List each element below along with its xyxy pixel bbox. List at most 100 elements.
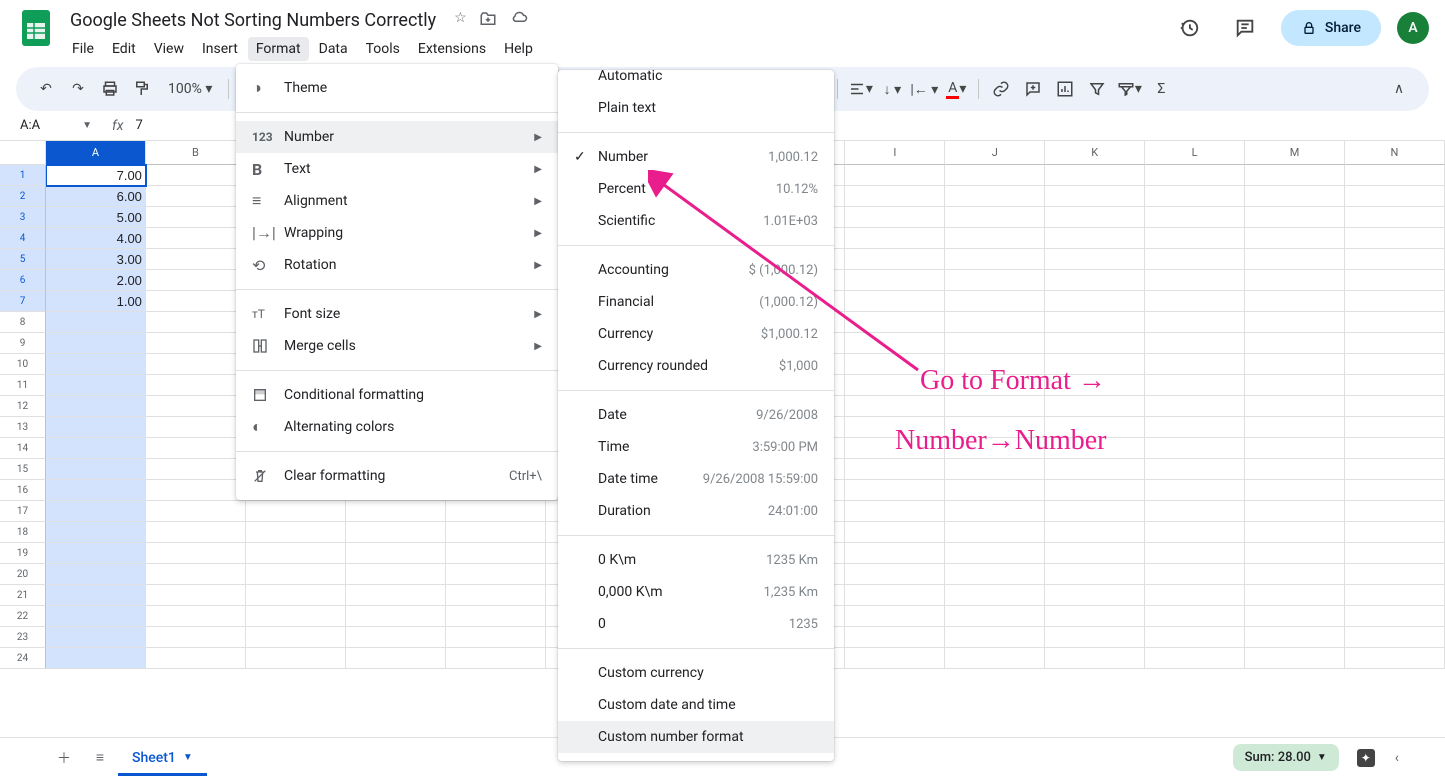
menu-font-size[interactable]: тТFont size▶ — [236, 298, 558, 330]
cell[interactable] — [845, 228, 945, 249]
row-header[interactable]: 16 — [0, 480, 46, 501]
cell[interactable] — [845, 291, 945, 312]
cell[interactable] — [1145, 648, 1245, 669]
all-sheets-button[interactable]: ≡ — [82, 740, 118, 776]
menu-tools[interactable]: Tools — [358, 37, 408, 61]
number-format-option[interactable]: Custom date and time — [558, 689, 834, 721]
cell[interactable] — [146, 564, 246, 585]
cell[interactable] — [1245, 186, 1345, 207]
cell[interactable] — [1345, 564, 1445, 585]
number-format-option[interactable]: 0,000 K\m1,235 Km — [558, 576, 834, 608]
cell[interactable] — [1245, 207, 1345, 228]
history-icon[interactable] — [1169, 8, 1209, 48]
cell[interactable] — [146, 585, 246, 606]
print-button[interactable] — [96, 75, 124, 103]
menu-wrapping[interactable]: |→|Wrapping▶ — [236, 217, 558, 249]
textwrap-button[interactable]: |← ▾ — [910, 75, 938, 103]
cell[interactable] — [146, 522, 246, 543]
cell[interactable] — [845, 585, 945, 606]
cell[interactable] — [945, 501, 1045, 522]
cell[interactable] — [845, 480, 945, 501]
number-format-option[interactable]: 0 K\m1235 Km — [558, 544, 834, 576]
col-header[interactable]: N — [1345, 141, 1445, 165]
cell[interactable] — [1345, 480, 1445, 501]
menu-data[interactable]: Data — [311, 37, 356, 61]
explore-button[interactable]: ✦ — [1357, 749, 1375, 767]
cell[interactable] — [1245, 543, 1345, 564]
cell[interactable] — [1345, 522, 1445, 543]
cell[interactable] — [46, 396, 146, 417]
cell[interactable] — [246, 564, 346, 585]
cell[interactable] — [1245, 564, 1345, 585]
cell[interactable] — [1045, 375, 1145, 396]
cell[interactable] — [1045, 207, 1145, 228]
cell[interactable] — [146, 291, 246, 312]
cell[interactable] — [1245, 522, 1345, 543]
cell[interactable] — [1245, 585, 1345, 606]
cell[interactable] — [945, 480, 1045, 501]
cell[interactable]: 7.00 — [46, 165, 146, 186]
cell[interactable] — [845, 522, 945, 543]
cell[interactable] — [845, 648, 945, 669]
menu-clear-formatting[interactable]: Clear formattingCtrl+\ — [236, 460, 558, 492]
row-header[interactable]: 12 — [0, 396, 46, 417]
cell[interactable] — [845, 186, 945, 207]
cell[interactable] — [945, 207, 1045, 228]
cell[interactable] — [146, 501, 246, 522]
number-format-option[interactable]: Financial(1,000.12) — [558, 286, 834, 318]
name-box[interactable]: A:A▼ — [16, 116, 96, 135]
cell[interactable] — [845, 606, 945, 627]
cell[interactable] — [845, 270, 945, 291]
cell[interactable] — [1245, 648, 1345, 669]
cell[interactable] — [1045, 648, 1145, 669]
cell[interactable] — [146, 480, 246, 501]
cell[interactable] — [146, 354, 246, 375]
row-header[interactable]: 3 — [0, 207, 46, 228]
cell[interactable] — [1045, 522, 1145, 543]
cell[interactable] — [1345, 207, 1445, 228]
add-sheet-button[interactable]: ＋ — [46, 740, 82, 776]
cell[interactable] — [1045, 459, 1145, 480]
menu-edit[interactable]: Edit — [104, 37, 144, 61]
cell[interactable] — [1145, 585, 1245, 606]
cell[interactable] — [146, 333, 246, 354]
cell[interactable] — [845, 207, 945, 228]
link-button[interactable] — [987, 75, 1015, 103]
cell[interactable] — [1045, 501, 1145, 522]
filter-views-button[interactable]: ▾ — [1115, 75, 1143, 103]
valign-button[interactable]: ↓ ▾ — [878, 75, 906, 103]
sheet-tab[interactable]: Sheet1 ▼ — [118, 740, 207, 776]
menu-view[interactable]: View — [146, 37, 192, 61]
row-header[interactable]: 17 — [0, 501, 46, 522]
cell[interactable] — [246, 648, 346, 669]
cell[interactable] — [1145, 438, 1245, 459]
cell[interactable]: 6.00 — [46, 186, 146, 207]
row-header[interactable]: 20 — [0, 564, 46, 585]
cell[interactable] — [945, 228, 1045, 249]
halign-button[interactable]: ▾ — [846, 75, 874, 103]
cell[interactable] — [1345, 312, 1445, 333]
cell[interactable] — [46, 522, 146, 543]
sum-indicator[interactable]: Sum: 28.00▼ — [1233, 744, 1339, 771]
cell[interactable] — [1345, 648, 1445, 669]
cell[interactable]: 1.00 — [46, 291, 146, 312]
cell[interactable] — [146, 207, 246, 228]
menu-merge-cells[interactable]: Merge cells▶ — [236, 330, 558, 362]
cell[interactable] — [1145, 396, 1245, 417]
cell[interactable] — [446, 627, 546, 648]
cell[interactable] — [845, 333, 945, 354]
cell[interactable] — [1345, 249, 1445, 270]
cell[interactable] — [1145, 501, 1245, 522]
cell[interactable] — [146, 270, 246, 291]
cell[interactable] — [1245, 165, 1345, 186]
cell[interactable] — [46, 564, 146, 585]
cell[interactable] — [146, 438, 246, 459]
cell[interactable] — [945, 312, 1045, 333]
cell[interactable] — [845, 354, 945, 375]
cell[interactable] — [346, 585, 446, 606]
cell[interactable] — [1145, 354, 1245, 375]
cell[interactable] — [1245, 627, 1345, 648]
cell[interactable] — [346, 522, 446, 543]
star-icon[interactable]: ☆ — [454, 10, 467, 32]
insert-chart-button[interactable] — [1051, 75, 1079, 103]
